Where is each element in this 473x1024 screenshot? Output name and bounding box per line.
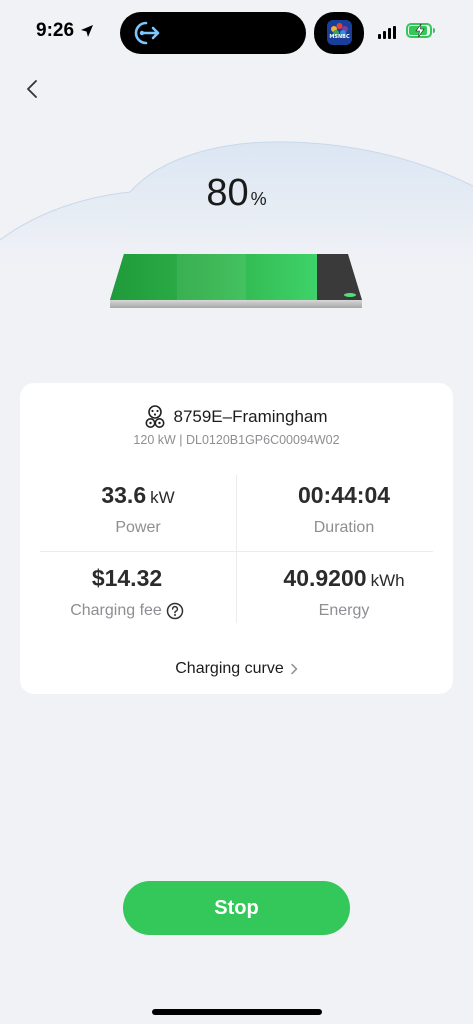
energy-label: Energy [318, 602, 370, 619]
clock-text: 9:26 [36, 20, 75, 41]
charge-percentage-unit: % [250, 189, 267, 209]
power-value: 33.6 [101, 482, 147, 508]
station-details: 120 kW | DL0120B1GP6C00094W02 [133, 433, 340, 447]
home-indicator[interactable] [152, 1009, 322, 1015]
chevron-right-icon [291, 663, 297, 675]
cellular-signal-icon [378, 26, 396, 39]
charging-curve-link[interactable]: Charging curve [20, 660, 453, 678]
stop-charging-button[interactable]: Stop [123, 881, 350, 935]
status-bar: 9:26 MSNBC [0, 0, 473, 62]
charge-percentage-value: 80 [206, 172, 249, 214]
energy-value: 40.9200 [283, 565, 367, 591]
peacock-icon [331, 23, 348, 36]
charging-curve-label: Charging curve [175, 660, 284, 677]
fee-value: $14.32 [91, 565, 163, 591]
duration-label: Duration [313, 519, 375, 536]
charging-bolt-icon [415, 24, 425, 37]
duration-metric: 00:44:04 Duration [246, 482, 442, 537]
energy-unit: kWh [370, 571, 405, 590]
chevron-left-icon [27, 80, 37, 98]
location-arrow-icon [81, 25, 94, 37]
power-unit: kW [150, 488, 175, 507]
live-activity-app[interactable]: MSNBC [314, 12, 364, 54]
battery-icon [406, 23, 435, 38]
energy-value-row: 40.9200 kWh [246, 565, 442, 592]
battery-level-graphic [110, 254, 362, 308]
duration-value: 00:44:04 [297, 482, 391, 508]
fee-metric: $14.32 Charging fee [29, 565, 225, 620]
fee-label-row: Charging fee [29, 602, 225, 620]
charge-percentage: 80% [0, 172, 473, 215]
station-name: 8759E–Framingham [173, 407, 328, 426]
help-question-icon[interactable] [166, 602, 184, 620]
power-value-row: 33.6 kW [40, 482, 236, 509]
charger-connector-icon [145, 405, 165, 428]
sign-out-arrow-icon [134, 21, 160, 45]
app-badge-label: MSNBC [329, 34, 350, 40]
status-time: 9:26 [36, 20, 94, 42]
dynamic-island[interactable] [120, 12, 306, 54]
metrics-vertical-divider [236, 475, 237, 623]
fee-label: Charging fee [70, 602, 162, 619]
energy-metric: 40.9200 kWh Energy [246, 565, 442, 620]
msnbc-app-icon: MSNBC [327, 20, 352, 45]
power-metric: 33.6 kW Power [40, 482, 236, 537]
back-button[interactable] [20, 76, 44, 102]
station-header: 8759E–Framingham [20, 405, 453, 429]
metrics-horizontal-divider [40, 551, 433, 552]
power-label: Power [115, 519, 161, 536]
